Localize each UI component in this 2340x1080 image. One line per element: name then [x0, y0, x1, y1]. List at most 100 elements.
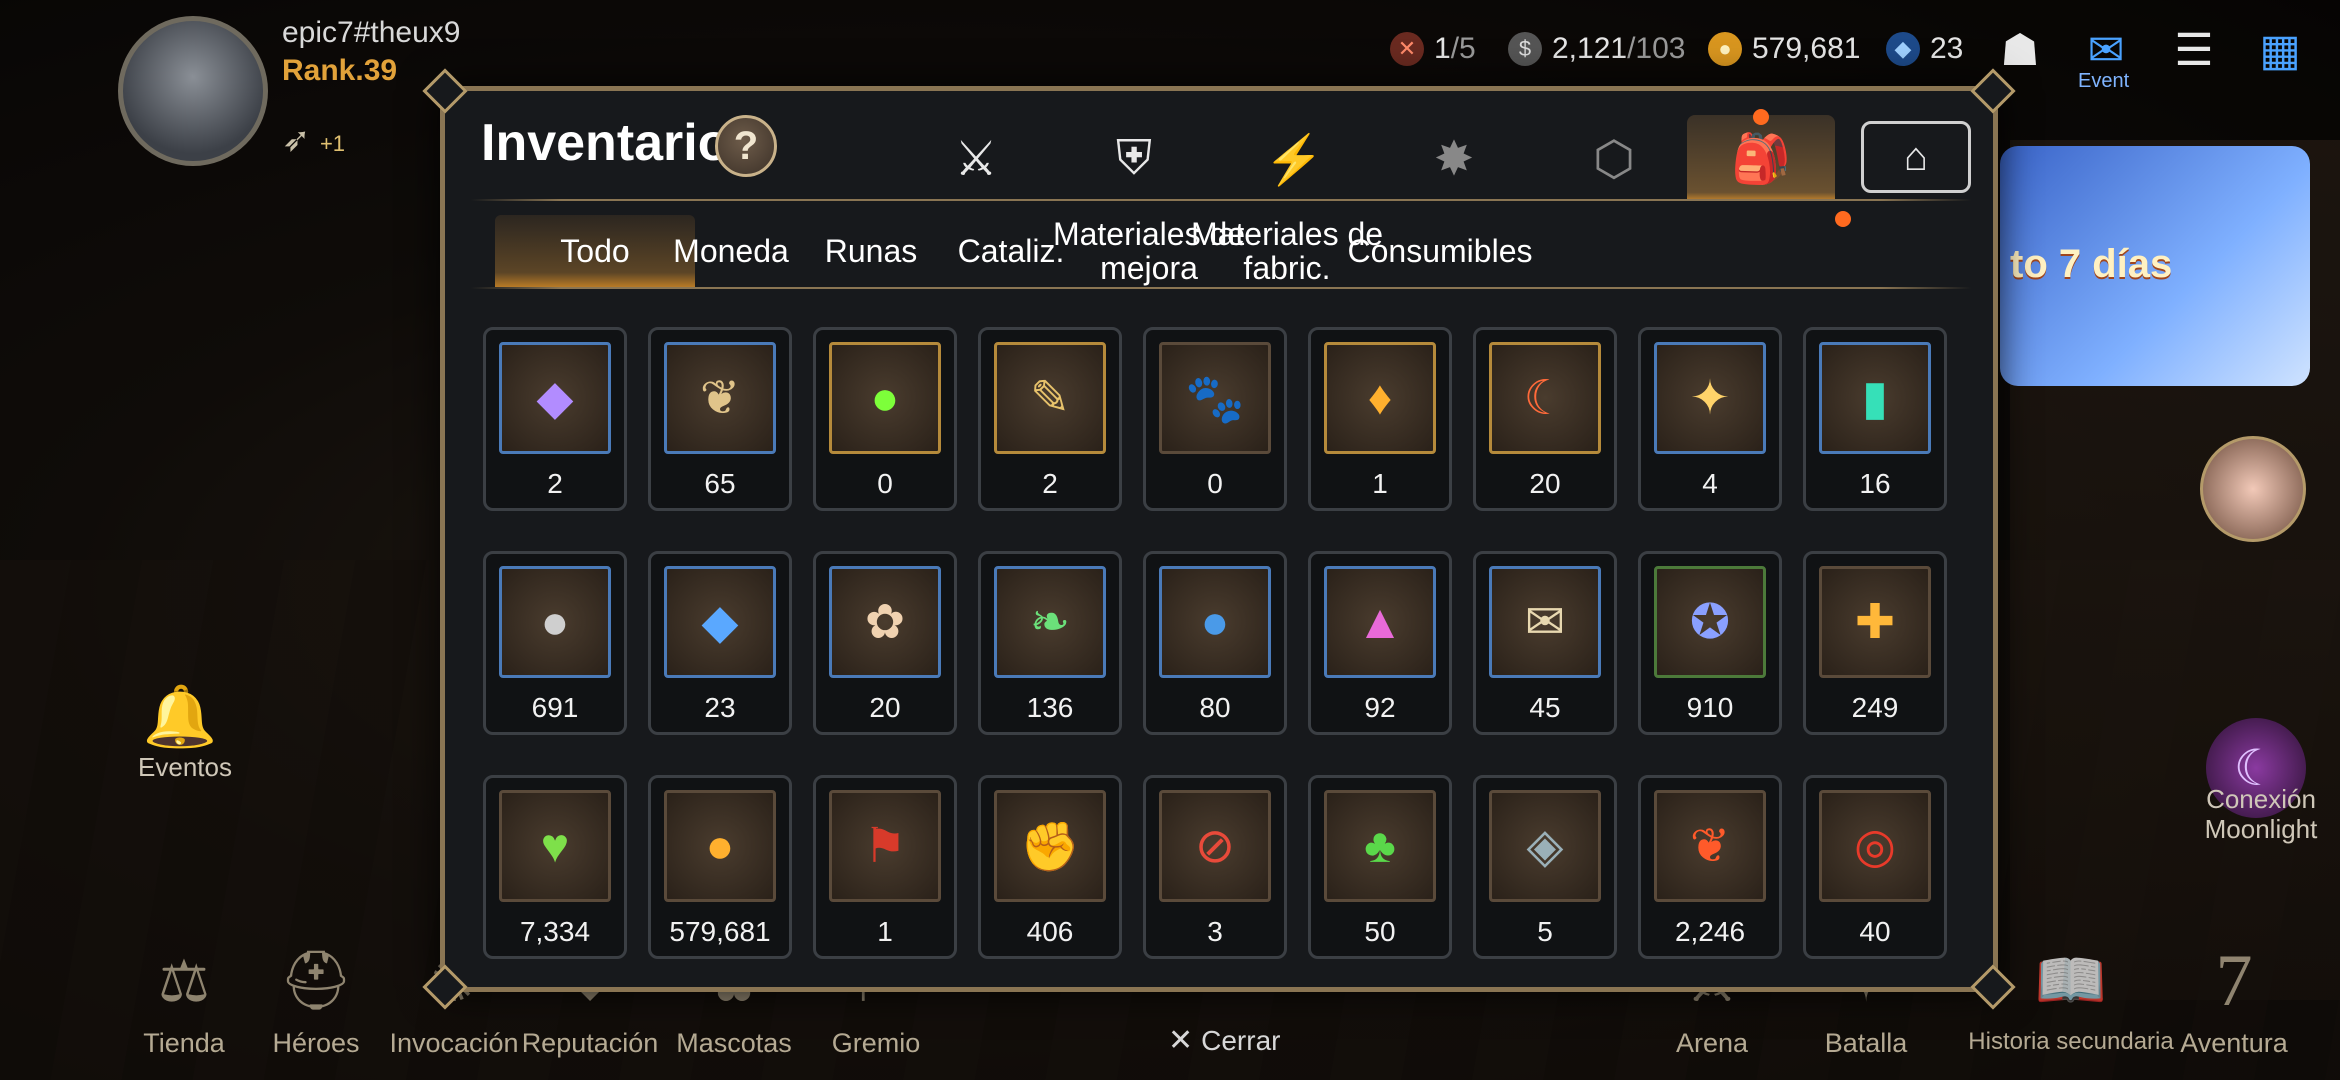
nav-label: Mascotas [676, 1028, 792, 1058]
bell-icon[interactable]: 🔔 [140, 676, 220, 756]
inventory-item[interactable]: ● 691 [483, 551, 627, 735]
item-count: 136 [1026, 692, 1074, 723]
inventory-item[interactable]: ⚑ 1 [813, 775, 957, 959]
item-art: ◆ [664, 566, 776, 678]
notification-dot [1753, 109, 1769, 125]
inventory-item[interactable]: ✎ 2 [978, 327, 1122, 511]
moonlight-label: Conexión Moonlight [2204, 784, 2318, 844]
help-button[interactable]: ? [715, 115, 777, 177]
item-count: 2,246 [1674, 916, 1746, 947]
tab-materials[interactable]: ⬡ [1561, 119, 1667, 199]
tab-skills[interactable]: ⚡ [1241, 119, 1347, 199]
event-banner[interactable]: to 7 días [2000, 146, 2310, 386]
inventory-item[interactable]: ✪ 910 [1638, 551, 1782, 735]
red-leaf-icon: ❦ [1689, 820, 1731, 873]
inventory-item[interactable]: ❦ 65 [648, 327, 792, 511]
nav-heroes[interactable]: ⛑ Héroes [246, 936, 386, 1059]
item-count: 20 [869, 692, 901, 723]
close-icon: ✕ [1168, 1024, 1194, 1057]
rank-label: Rank.39 [282, 54, 398, 87]
item-count: 691 [531, 692, 579, 723]
resource-value: 579,681 [1752, 32, 1861, 65]
close-button[interactable]: ✕ Cerrar [1168, 1023, 1280, 1058]
item-count: 2 [1042, 468, 1058, 499]
inventory-item[interactable]: ✿ 20 [813, 551, 957, 735]
resource-value: 2,121 [1552, 32, 1628, 65]
inventory-item[interactable]: 🐾 0 [1143, 327, 1287, 511]
item-count: 45 [1529, 692, 1561, 723]
inventory-item[interactable]: ▲ 92 [1308, 551, 1452, 735]
inventory-item[interactable]: ♣ 50 [1308, 775, 1452, 959]
star-pendant-icon: ✦ [1689, 372, 1731, 425]
resource-energy[interactable]: $ 2,121/103 [1508, 26, 1685, 72]
inventory-item[interactable]: ● 80 [1143, 551, 1287, 735]
chat-icon[interactable]: ☰ [2162, 18, 2226, 82]
event-label: Event [2078, 70, 2130, 92]
item-count: 40 [1859, 916, 1891, 947]
inventory-item[interactable]: ◎ 40 [1803, 775, 1947, 959]
inventory-item[interactable]: ♥ 7,334 [483, 775, 627, 959]
item-count: 4 [1702, 468, 1718, 499]
flame-crystal-icon: ♦ [1367, 371, 1393, 425]
inventory-item[interactable]: ⊘ 3 [1143, 775, 1287, 959]
resource-max: /103 [1627, 32, 1686, 65]
divider [471, 287, 1971, 289]
inventory-item[interactable]: ❧ 136 [978, 551, 1122, 735]
subtab-consumables[interactable]: Consumibles [1335, 215, 1545, 287]
fist-emblem-icon: ✊ [1020, 820, 1080, 874]
item-art: ▮ [1819, 342, 1931, 454]
resource-max: /5 [1450, 32, 1476, 65]
inventory-item[interactable]: ☾ 20 [1473, 327, 1617, 511]
inventory-item[interactable]: ✦ 4 [1638, 327, 1782, 511]
nav-label: Batalla [1824, 1028, 1908, 1058]
item-art: ◆ [499, 342, 611, 454]
item-art: ◎ [1819, 790, 1931, 902]
tab-storage[interactable]: ⌂ [1861, 121, 1971, 193]
hero-portrait[interactable] [2200, 436, 2306, 542]
resource-gold[interactable]: ● 579,681 [1708, 26, 1860, 72]
tab-no-equip[interactable]: ⛨ [1081, 119, 1187, 199]
item-art: 🐾 [1159, 342, 1271, 454]
gold-coin-icon: ● [1708, 32, 1742, 66]
pet-food-icon: 🐾 [1185, 372, 1245, 426]
notification-dot [1835, 211, 1851, 227]
no-sign-badge-icon: ⊘ [1194, 820, 1236, 873]
inventory-item[interactable]: ◈ 5 [1473, 775, 1617, 959]
nav-adventure[interactable]: 7 Aventura [2164, 936, 2304, 1059]
tab-equipment[interactable]: ⚔ [923, 119, 1029, 199]
nav-label: Gremio [831, 1028, 921, 1058]
menu-grid-icon[interactable]: ▦ [2248, 18, 2312, 82]
inventory-item[interactable]: ● 0 [813, 327, 957, 511]
item-art: ✉ [1489, 566, 1601, 678]
wing-icon[interactable]: ➶ +1 [282, 120, 345, 160]
close-label: Cerrar [1201, 1024, 1281, 1056]
backpack-icon: 🎒 [1731, 132, 1791, 186]
orb-icon: ● [870, 371, 900, 425]
inventory-item[interactable]: ✚ 249 [1803, 551, 1947, 735]
item-count: 3 [1207, 916, 1223, 947]
inventory-item[interactable]: ▮ 16 [1803, 327, 1947, 511]
inventory-item[interactable]: ❦ 2,246 [1638, 775, 1782, 959]
resource-skystone[interactable]: ◆ 23 [1886, 26, 1963, 72]
inventory-item[interactable]: ✊ 406 [978, 775, 1122, 959]
skystone-icon: ◆ [701, 596, 739, 649]
tab-items[interactable]: 🎒 [1687, 115, 1835, 201]
panel-title: Inventario [481, 114, 730, 172]
item-count: 1 [1372, 468, 1388, 499]
nav-shop[interactable]: ⚖ Tienda [114, 936, 254, 1059]
item-art: ● [664, 790, 776, 902]
guild-emblem-icon: ✪ [1689, 596, 1731, 649]
item-art: ⚑ [829, 790, 941, 902]
inventory-item[interactable]: ♦ 1 [1308, 327, 1452, 511]
resource-stamina[interactable]: ✕ 1/5 [1390, 26, 1476, 72]
item-count: 7,334 [519, 916, 591, 947]
inventory-item[interactable]: ◆ 2 [483, 327, 627, 511]
blue-orb-icon: ● [1200, 595, 1230, 649]
tab-artifacts[interactable]: ✸ [1401, 119, 1507, 199]
inventory-item[interactable]: ● 579,681 [648, 775, 792, 959]
events-label: Eventos [138, 752, 232, 782]
avatar[interactable] [118, 16, 268, 166]
item-art: ✦ [1654, 342, 1766, 454]
inventory-item[interactable]: ✉ 45 [1473, 551, 1617, 735]
inventory-item[interactable]: ◆ 23 [648, 551, 792, 735]
